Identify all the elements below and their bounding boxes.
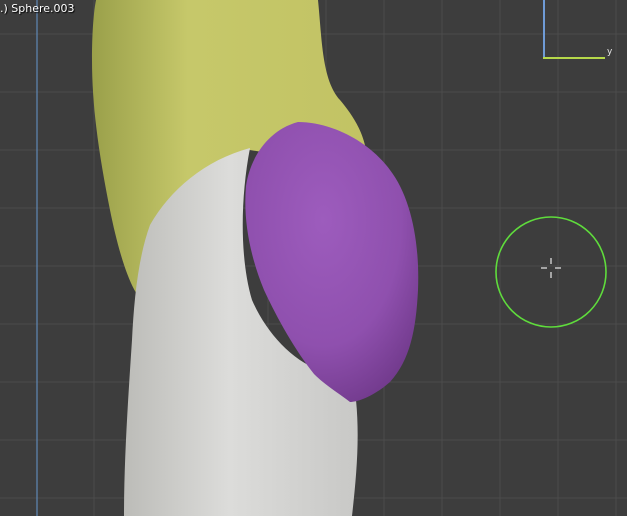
3d-viewport[interactable]: .) Sphere.003 y	[0, 0, 627, 516]
crosshair-3d-cursor-icon	[541, 258, 561, 278]
sculpt-mesh[interactable]	[0, 0, 627, 516]
y-axis-label: y	[607, 47, 613, 57]
